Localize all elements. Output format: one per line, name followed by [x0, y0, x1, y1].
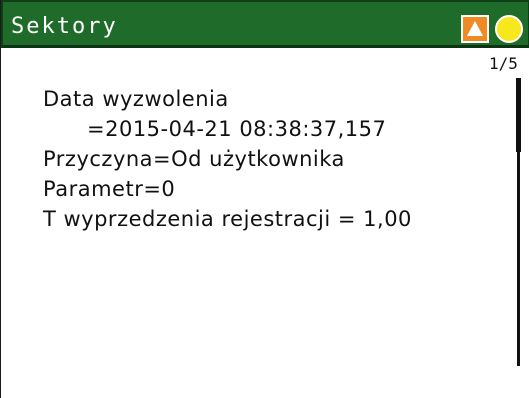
pretrigger-time-line: T wyprzedzenia rejestracji = 1,00: [43, 207, 412, 231]
sector-details: Data wyzwolenia =2015-04-21 08:38:37,157…: [43, 84, 513, 234]
status-circle-icon[interactable]: [495, 15, 523, 43]
scrollbar-thumb[interactable]: [516, 78, 521, 152]
status-icons: [461, 15, 529, 43]
title-bar: Sektory: [1, 0, 529, 48]
warning-icon[interactable]: [461, 15, 489, 43]
scrollbar[interactable]: [516, 78, 521, 366]
trigger-date-value: =2015-04-21 08:38:37,157: [87, 117, 387, 141]
warning-triangle-glyph: [467, 21, 483, 36]
trigger-date-label: Data wyzwolenia: [43, 87, 229, 111]
parameter-line: Parametr=0: [43, 177, 176, 201]
screen-title: Sektory: [11, 14, 118, 39]
page-indicator: 1/5: [489, 54, 518, 73]
sector-screen: Sektory 1/5 Data wyzwolenia =2015-04-21 …: [0, 0, 529, 398]
cause-line: Przyczyna=Od użytkownika: [43, 147, 345, 171]
